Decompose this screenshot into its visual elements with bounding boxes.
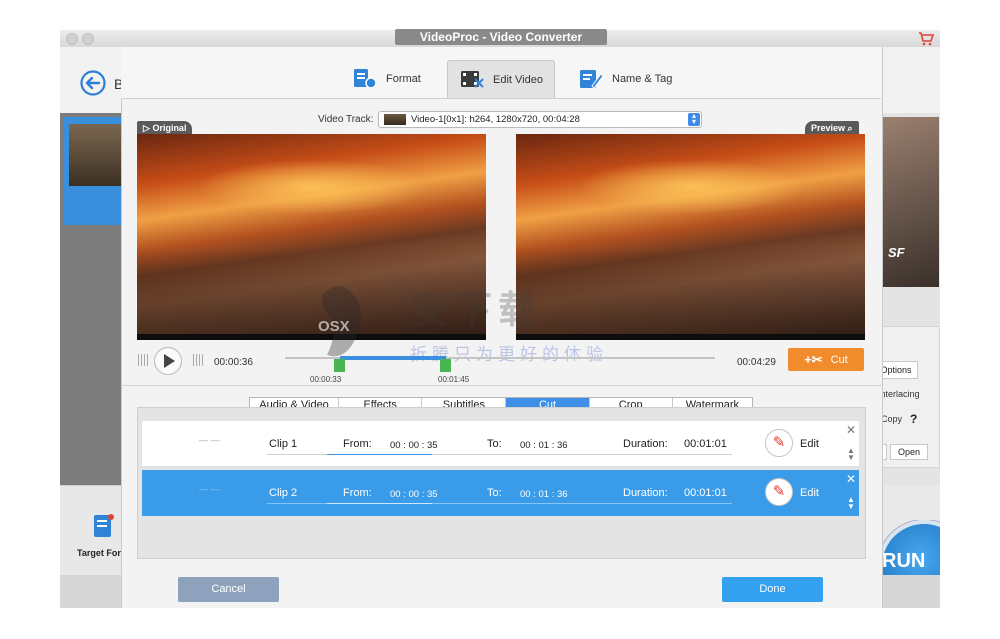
edit-video-icon: [461, 70, 484, 88]
clip-duration-label: Duration:: [623, 438, 668, 450]
clip-row[interactable]: — — Clip 2 From: 00 : 00 : 35 To: 00 : 0…: [142, 470, 859, 516]
video-track-label: Video Track:: [318, 114, 374, 125]
right-preview-thumbnail: [881, 117, 939, 287]
original-badge-label: Original: [152, 123, 187, 133]
clip-name-underline: [267, 503, 329, 504]
run-label: RUN: [882, 550, 926, 572]
sunset-glow: [197, 159, 427, 214]
clip-to-label: To:: [487, 487, 502, 499]
clip-edit-button[interactable]: Edit: [800, 438, 819, 450]
cancel-button[interactable]: Cancel: [178, 577, 279, 602]
pen-icon[interactable]: ✎: [765, 478, 793, 506]
video-track-value: Video-1[0x1]: h264, 1280x720, 00:04:28: [411, 114, 580, 125]
selection-start-time: 00:00:33: [310, 375, 342, 384]
copy-label: Copy: [881, 414, 903, 424]
current-time: 00:00:36: [214, 357, 253, 368]
clip-to-time[interactable]: 00 : 01 : 36: [520, 489, 568, 500]
scissors-add-icon: +✂: [804, 351, 823, 367]
play-triangle-icon: ▷: [143, 123, 150, 133]
row-underline: [432, 454, 732, 455]
original-badge: ▷ Original: [137, 121, 193, 135]
clip-from-label: From:: [343, 487, 372, 499]
section-divider: [121, 385, 881, 386]
clip-close-icon[interactable]: ✕: [846, 472, 856, 486]
row-underline: [432, 503, 732, 504]
tab-format[interactable]: Format: [352, 60, 421, 98]
clip-row[interactable]: — — Clip 1 From: 00 : 00 : 35 To: 00 : 0…: [142, 421, 859, 467]
clip-from-time[interactable]: 00 : 00 : 35: [390, 489, 438, 500]
timeline-selection: [340, 356, 446, 360]
preview-video-view: [516, 134, 865, 340]
selection-end-handle[interactable]: [440, 359, 451, 372]
preview-badge: Preview ⌕: [805, 121, 859, 135]
clip-to-label: To:: [487, 438, 502, 450]
source-video-thumbnail: [69, 124, 121, 186]
select-arrows-icon: ▴ ▾: [688, 112, 700, 126]
clip-duration: 00:01:01: [684, 438, 727, 450]
clip-reorder-arrows-icon[interactable]: ▲ ▼: [847, 496, 855, 511]
cart-icon[interactable]: [918, 32, 934, 46]
format-icon: [354, 69, 377, 89]
video-track-select[interactable]: Video-1[0x1]: h264, 1280x720, 00:04:28 ▴…: [378, 111, 702, 128]
clip-duration-label: Duration:: [623, 487, 668, 499]
selection-start-handle[interactable]: [334, 359, 345, 372]
cut-button[interactable]: +✂ Cut: [788, 348, 864, 371]
clip-name: Clip 2: [269, 487, 298, 499]
total-time: 00:04:29: [737, 357, 776, 368]
from-underline: [327, 454, 432, 455]
play-button[interactable]: [154, 347, 182, 375]
clip-from-time[interactable]: 00 : 00 : 35: [390, 440, 438, 451]
clip-edit-button[interactable]: Edit: [800, 487, 819, 499]
clip-from-label: From:: [343, 438, 372, 450]
grip-handle-right[interactable]: [193, 354, 203, 366]
tab-format-label: Format: [386, 73, 421, 85]
cut-button-label: Cut: [830, 353, 848, 366]
watermark-logo: OSX: [318, 318, 350, 335]
target-format-label: Target Format: [77, 548, 121, 558]
clip-drag-handle[interactable]: — —: [199, 484, 220, 494]
grip-handle-left[interactable]: [138, 354, 148, 366]
play-icon: [164, 354, 175, 368]
watermark-text: 安下载: [410, 290, 543, 332]
magnifier-icon: ⌕: [847, 123, 853, 133]
clip-name: Clip 1: [269, 438, 298, 450]
done-button[interactable]: Done: [722, 577, 823, 602]
clip-to-time[interactable]: 00 : 01 : 36: [520, 440, 568, 451]
back-icon[interactable]: [80, 70, 106, 96]
interlacing-label: Interlacing: [878, 389, 920, 399]
name-tag-icon: [580, 70, 604, 89]
window-minimize-button[interactable]: [82, 33, 94, 45]
open-button[interactable]: Open: [890, 444, 928, 460]
preview-badge-label: Preview: [811, 123, 846, 133]
clip-duration: 00:01:01: [684, 487, 727, 499]
clip-reorder-arrows-icon[interactable]: ▲ ▼: [847, 447, 855, 462]
selection-end-time: 00:01:45: [438, 375, 470, 384]
help-icon[interactable]: ?: [910, 412, 917, 426]
from-underline: [327, 503, 432, 504]
clip-drag-handle[interactable]: — —: [199, 435, 220, 445]
right-thumb-logo: SF: [888, 245, 905, 260]
window-title: VideoProc - Video Converter: [395, 29, 607, 45]
pen-icon[interactable]: ✎: [765, 429, 793, 457]
sunset-glow: [576, 159, 806, 214]
tab-name-tag[interactable]: Name & Tag: [578, 60, 672, 98]
tab-name-tag-label: Name & Tag: [612, 73, 673, 85]
clip-close-icon[interactable]: ✕: [846, 423, 856, 437]
clip-name-underline: [267, 454, 329, 455]
window-close-button[interactable]: [66, 33, 78, 45]
tab-edit-video[interactable]: Edit Video: [447, 60, 555, 98]
video-track-thumbnail: [384, 114, 406, 125]
target-format-icon[interactable]: [93, 513, 115, 541]
tab-edit-video-label: Edit Video: [493, 73, 543, 86]
